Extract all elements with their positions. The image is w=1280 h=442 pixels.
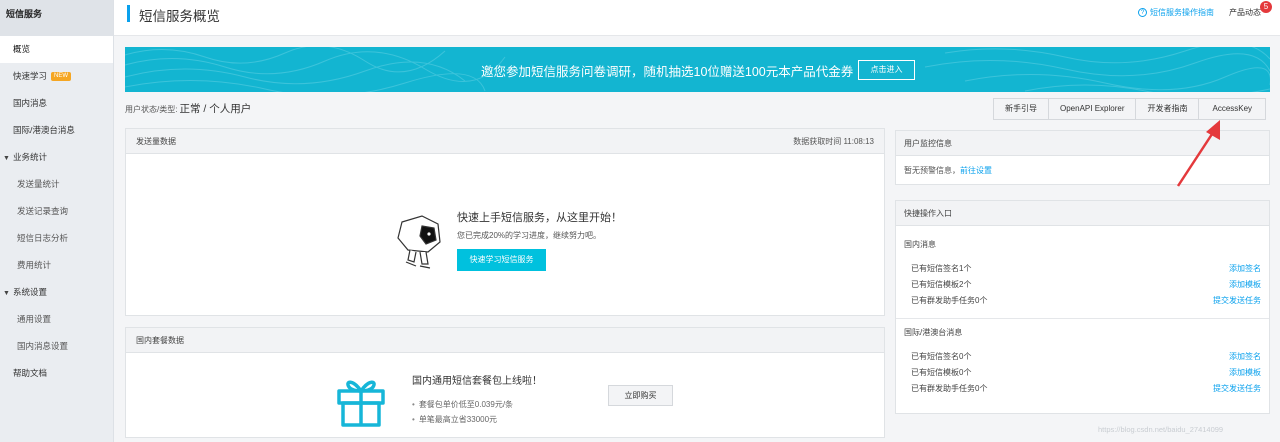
package-data-panel: 国内套餐数据 国内通用短信套餐包上线啦！ 套餐包单价低至0.039元/条 单笔最… xyxy=(125,327,885,438)
package-panel-header: 国内套餐数据 xyxy=(126,328,884,353)
sidebar-item-quick-learn[interactable]: 快速学习 NEW xyxy=(0,63,113,90)
quick-learn-button[interactable]: 快速学习短信服务 xyxy=(457,249,546,271)
sidebar-item-help-docs[interactable]: 帮助文档 xyxy=(0,360,113,387)
robot-mascot-icon xyxy=(397,215,441,269)
beginner-guide-button[interactable]: 新手引导 xyxy=(993,98,1049,120)
add-template-link[interactable]: 添加模板 xyxy=(1229,367,1261,378)
quick-ops-panel-title: 快捷操作入口 xyxy=(904,209,952,218)
sidebar-item-send-stats[interactable]: 发送量统计 xyxy=(0,171,113,198)
package-heading: 国内通用短信套餐包上线啦！ xyxy=(412,376,542,387)
send-data-panel-header: 发送量数据 数据获取时间 11:08:13 xyxy=(126,129,884,154)
banner-text: 邀您参加短信服务问卷调研，随机抽选10位赠送100元本产品代金券 xyxy=(481,65,854,79)
user-status-label: 用户状态/类型: xyxy=(125,105,178,114)
intl-section-title: 国际/港澳台消息 xyxy=(904,328,963,337)
sidebar-item-domestic-settings[interactable]: 国内消息设置 xyxy=(0,333,113,360)
news-count-badge: 5 xyxy=(1260,1,1272,13)
sidebar-item-label: 国际/港澳台消息 xyxy=(13,125,75,135)
sidebar-item-label: 系统设置 xyxy=(13,287,48,297)
monitor-info: 暂无预警信息，前往设置 xyxy=(904,165,992,176)
add-template-link[interactable]: 添加模板 xyxy=(1229,279,1261,290)
sidebar-item-label: 国内消息 xyxy=(13,98,48,108)
survey-banner[interactable]: 邀您参加短信服务问卷调研，随机抽选10位赠送100元本产品代金券 点击进入 xyxy=(125,47,1270,92)
sidebar-item-general-settings[interactable]: 通用设置 xyxy=(0,306,113,333)
quick-ops-panel-header: 快捷操作入口 xyxy=(896,201,1269,226)
add-signature-link[interactable]: 添加签名 xyxy=(1229,351,1261,362)
caret-down-icon: ▼ xyxy=(3,155,10,162)
intl-template-count: 已有短信模板0个 xyxy=(911,368,972,377)
sidebar-item-label: 业务统计 xyxy=(13,152,48,162)
quick-start-title: 快速上手短信服务，从这里开始！ xyxy=(457,212,622,224)
sidebar-item-domestic[interactable]: 国内消息 xyxy=(0,90,113,117)
guide-link-label: 短信服务操作指南 xyxy=(1150,8,1214,17)
package-panel-title: 国内套餐数据 xyxy=(136,336,184,345)
sidebar-item-label: 费用统计 xyxy=(17,260,52,270)
fetch-time: 数据获取时间 11:08:13 xyxy=(793,137,874,146)
developer-guide-button[interactable]: 开发者指南 xyxy=(1135,98,1200,120)
help-circle-icon: ? xyxy=(1138,8,1147,18)
sidebar-item-log-analysis[interactable]: 短信日志分析 xyxy=(0,225,113,252)
domestic-signature-count: 已有短信签名1个 xyxy=(911,264,972,273)
title-accent-bar xyxy=(127,5,130,22)
intl-task-count: 已有群发助手任务0个 xyxy=(911,384,988,393)
sidebar: 短信服务 概览 快速学习 NEW 国内消息 国际/港澳台消息 ▼ 业务统计 发送量统… xyxy=(0,0,114,442)
caret-down-icon: ▼ xyxy=(3,290,10,297)
sidebar-item-label: 概览 xyxy=(13,44,31,54)
sidebar-item-label: 短信日志分析 xyxy=(17,233,69,243)
intl-signature-count: 已有短信签名0个 xyxy=(911,352,972,361)
annotation-arrow-icon xyxy=(1176,120,1220,187)
sidebar-group-settings[interactable]: ▼ 系统设置 xyxy=(0,279,113,306)
gift-box-icon xyxy=(337,380,385,427)
domestic-task-count: 已有群发助手任务0个 xyxy=(911,296,988,305)
add-signature-link[interactable]: 添加签名 xyxy=(1229,263,1261,274)
product-news-link[interactable]: 产品动态 xyxy=(1229,7,1261,18)
monitor-text: 暂无预警信息， xyxy=(904,166,960,175)
sidebar-item-label: 通用设置 xyxy=(17,314,52,324)
sidebar-item-label: 国内消息设置 xyxy=(17,341,69,351)
submit-task-link[interactable]: 提交发送任务 xyxy=(1213,295,1261,306)
sidebar-item-label: 发送记录查询 xyxy=(17,206,69,216)
openapi-explorer-button[interactable]: OpenAPI Explorer xyxy=(1048,98,1137,120)
sidebar-item-label: 帮助文档 xyxy=(13,368,48,378)
goto-settings-link[interactable]: 前往设置 xyxy=(960,166,992,175)
package-bullet: 单笔最高立省33000元 xyxy=(412,414,497,425)
domestic-template-count: 已有短信模板2个 xyxy=(911,280,972,289)
banner-enter-button[interactable]: 点击进入 xyxy=(858,60,915,80)
sidebar-item-send-records[interactable]: 发送记录查询 xyxy=(0,198,113,225)
buy-now-button[interactable]: 立即购买 xyxy=(608,385,673,406)
sidebar-title: 短信服务 xyxy=(0,0,113,36)
user-status-value: 正常 / 个人用户 xyxy=(179,103,252,115)
sidebar-group-stats[interactable]: ▼ 业务统计 xyxy=(0,144,113,171)
page-header: 短信服务概览 ? 短信服务操作指南 产品动态 5 xyxy=(114,0,1280,36)
divider xyxy=(896,318,1269,319)
quick-link-toolbar: 新手引导 OpenAPI Explorer 开发者指南 AccessKey xyxy=(993,98,1267,120)
sidebar-item-label: 快速学习 xyxy=(13,71,48,81)
send-data-panel: 发送量数据 数据获取时间 11:08:13 快速上手短信服务，从这里开始！ 您已… xyxy=(125,128,885,316)
learning-progress-text: 您已完成20%的学习进度，继续努力吧。 xyxy=(457,231,602,240)
page-title: 短信服务概览 xyxy=(139,9,220,24)
domestic-section-title: 国内消息 xyxy=(904,240,936,249)
sidebar-item-cost-stats[interactable]: 费用统计 xyxy=(0,252,113,279)
user-status: 用户状态/类型: 正常 / 个人用户 xyxy=(125,101,251,116)
new-badge: NEW xyxy=(51,72,72,82)
send-data-panel-title: 发送量数据 xyxy=(136,137,176,146)
submit-task-link[interactable]: 提交发送任务 xyxy=(1213,383,1261,394)
guide-link[interactable]: ? 短信服务操作指南 xyxy=(1138,7,1214,18)
accesskey-button[interactable]: AccessKey xyxy=(1198,98,1267,120)
monitor-panel-title: 用户监控信息 xyxy=(904,139,952,148)
sidebar-item-overview[interactable]: 概览 xyxy=(0,36,113,63)
package-bullet: 套餐包单价低至0.039元/条 xyxy=(412,399,513,410)
sidebar-item-label: 发送量统计 xyxy=(17,179,60,189)
sidebar-item-international[interactable]: 国际/港澳台消息 xyxy=(0,117,113,144)
quick-ops-panel: 快捷操作入口 国内消息 已有短信签名1个 添加签名 已有短信模板2个 添加模板 … xyxy=(895,200,1270,414)
watermark: https://blog.csdn.net/baidu_27414099 xyxy=(1098,425,1224,434)
